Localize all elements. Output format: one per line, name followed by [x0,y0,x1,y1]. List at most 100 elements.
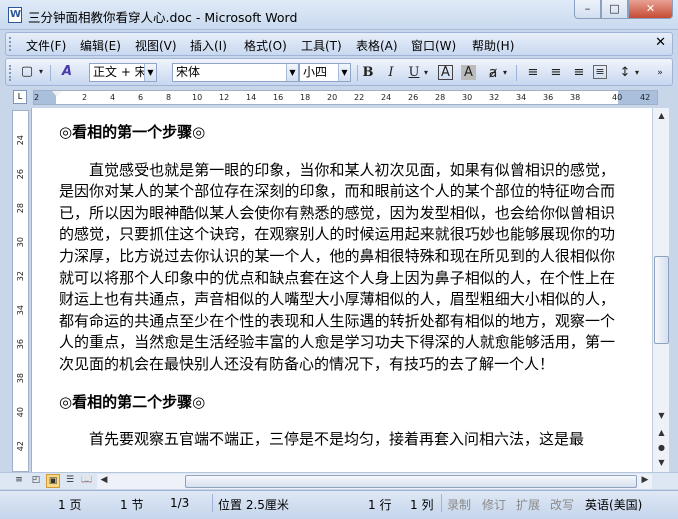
status-divider [441,494,442,512]
styles-formatting-icon[interactable]: A [58,63,76,81]
status-bar: 1 页 1 节 1/3 位置 2.5厘米 1 行 1 列 录制 修订 扩展 改写… [0,490,678,519]
chevron-down-icon[interactable]: ▼ [144,64,156,81]
normal-view-icon[interactable]: ≡ [12,474,26,488]
ruler-tick: 8 [166,93,172,102]
font-value: 宋体 [176,65,201,79]
toolbar-separator [516,65,517,81]
vertical-scrollbar[interactable]: ▲ ▼ ▲ ● ▼ [652,108,669,472]
new-document-icon[interactable]: ▢ [18,63,36,81]
toolbar-options-icon[interactable]: » [654,64,666,82]
character-scaling-icon[interactable]: ⱥ [484,64,502,82]
next-page-icon[interactable]: ▼ [654,455,669,470]
font-size-dropdown[interactable]: 小四 ▼ [299,63,351,82]
bold-button[interactable]: B [359,64,377,82]
scroll-left-icon[interactable]: ◀ [97,474,111,488]
menu-window[interactable]: 窗口(W) [411,37,456,54]
chevron-down-icon[interactable]: ▾ [501,64,509,82]
menu-edit[interactable]: 编辑(E) [80,37,121,54]
minimize-button[interactable]: – [574,0,601,19]
chevron-down-icon[interactable]: ▾ [422,64,430,82]
view-scroll-row: ≡ ◰ ▣ ☰ 📖 ◀ ▶ [0,472,678,489]
font-dropdown[interactable]: 宋体 ▼ [172,63,299,82]
ruler-tick: 26 [408,93,419,102]
ruler-tick: 24 [381,93,392,102]
italic-button[interactable]: I [382,64,400,82]
toolbar-grip[interactable] [9,65,12,81]
tab-selector[interactable]: L [13,90,27,104]
document-page[interactable]: ◎看相的第一个步骤◎ 直觉感受也就是第一眼的印象，当你和某人初次见面，如果有似曾… [31,108,652,472]
scroll-right-icon[interactable]: ▶ [638,474,652,488]
align-justify-icon[interactable]: ≡ [524,64,542,82]
document-close-icon[interactable]: ✕ [655,35,666,50]
ruler-tick: 34 [16,305,25,316]
formatting-toolbar: ▢ ▾ A 正文 + 宋体 ▼ 宋体 ▼ 小四 ▼ B I U ▾ A A ⱥ … [5,58,673,86]
ruler-tick: 24 [16,135,25,146]
ruler-tick: 40 [16,407,25,418]
status-record[interactable]: 录制 [447,496,471,513]
menu-format[interactable]: 格式(O) [244,37,287,54]
status-divider [212,494,213,512]
status-language: 英语(美国) [585,498,643,512]
style-dropdown[interactable]: 正文 + 宋体 ▼ [89,63,157,82]
maximize-button[interactable]: □ [601,0,628,19]
ruler-tick: 36 [16,339,25,350]
status-track-changes[interactable]: 修订 [482,496,506,513]
status-extend[interactable]: 扩展 [516,496,540,513]
scrollbar-thumb[interactable] [654,256,669,344]
ruler-tick: 6 [138,93,144,102]
character-border-button[interactable]: A [438,65,453,80]
scrollbar-thumb[interactable] [185,475,637,488]
ruler-tick: 30 [16,237,25,248]
ruler-tick: 40 [612,93,623,102]
status-overtype[interactable]: 改写 [550,496,574,513]
close-button[interactable]: ✕ [628,0,673,19]
document-body[interactable]: ◎看相的第一个步骤◎ 直觉感受也就是第一眼的印象，当你和某人初次见面，如果有似曾… [59,122,615,467]
chevron-down-icon[interactable]: ▼ [338,64,350,81]
first-line-indent-marker[interactable] [52,91,62,97]
ruler-tick: 4 [110,93,116,102]
status-page-of: 1/3 [170,496,190,510]
toolbar-grip[interactable] [9,37,12,51]
ruler-tick: 16 [273,93,284,102]
previous-page-icon[interactable]: ▲ [654,425,669,440]
ruler-tick: 10 [192,93,203,102]
scroll-up-icon[interactable]: ▲ [654,108,669,123]
vertical-ruler[interactable]: 24 26 28 30 32 34 36 38 40 42 [12,110,29,472]
scroll-down-icon[interactable]: ▼ [654,408,669,423]
horizontal-ruler[interactable]: 2 2 4 6 8 10 12 14 16 18 20 22 24 26 28 … [33,90,658,105]
outline-view-icon[interactable]: ☰ [63,474,77,488]
character-shading-button[interactable]: A [461,65,476,80]
ruler-tick: 28 [16,203,25,214]
chevron-down-icon[interactable]: ▾ [37,63,45,81]
horizontal-scrollbar[interactable]: ◀ ▶ [97,474,652,489]
line-spacing-icon[interactable]: ↕ [616,64,634,82]
reading-layout-icon[interactable]: 📖 [80,474,94,488]
menu-view[interactable]: 视图(V) [135,37,177,54]
print-layout-icon[interactable]: ▣ [46,474,60,488]
menu-file[interactable]: 文件(F) [26,37,66,54]
ruler-area: L 2 2 4 6 8 10 12 14 16 18 20 22 24 26 2… [0,88,678,106]
menu-tools[interactable]: 工具(T) [301,37,342,54]
select-browse-object-icon[interactable]: ● [654,440,669,455]
distributed-align-icon[interactable]: ≡ [593,65,607,79]
align-center-icon[interactable]: ≡ [547,64,565,82]
right-margin [618,91,657,104]
menu-table[interactable]: 表格(A) [356,37,398,54]
ruler-tick: 32 [16,271,25,282]
align-right-icon[interactable]: ≡ [570,64,588,82]
underline-button[interactable]: U [405,64,423,82]
ruler-tick: 42 [16,441,25,452]
menu-help[interactable]: 帮助(H) [472,37,514,54]
word-document-icon [8,7,22,23]
status-position: 位置 2.5厘米 [218,498,289,512]
chevron-down-icon[interactable]: ▾ [633,64,641,82]
chevron-down-icon[interactable]: ▼ [286,64,298,81]
window-controls: – □ ✕ [574,0,673,20]
web-layout-icon[interactable]: ◰ [29,474,43,488]
menu-insert[interactable]: 插入(I) [190,37,227,54]
font-size-value: 小四 [303,65,328,79]
ruler-tick: 38 [570,93,581,102]
status-line: 1 行 [368,498,392,512]
ruler-tick: 42 [640,93,651,102]
status-column: 1 列 [410,498,434,512]
